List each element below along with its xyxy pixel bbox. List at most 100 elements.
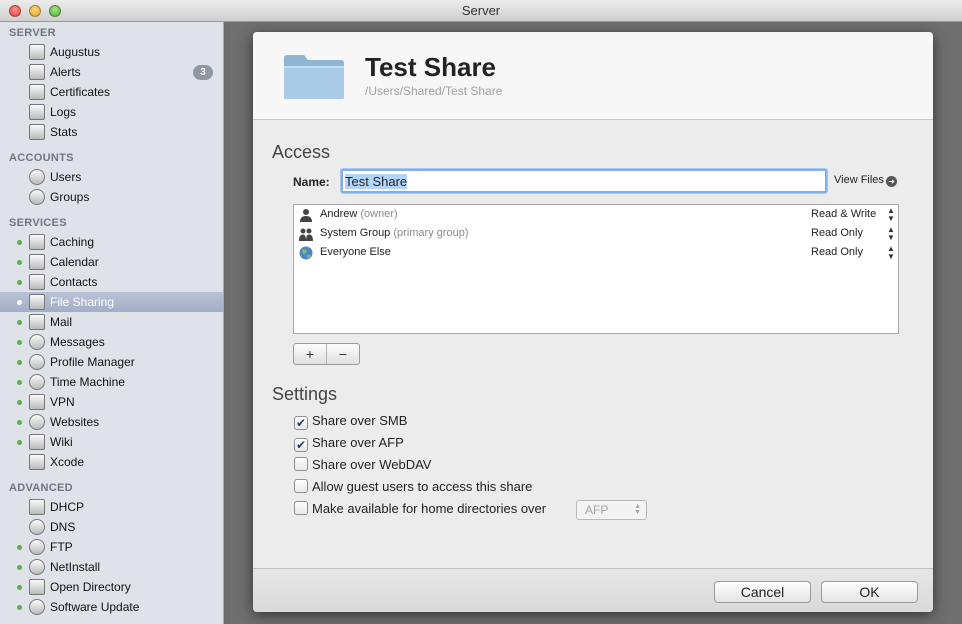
view-files-link[interactable]: View Files ➜ bbox=[834, 174, 897, 187]
access-heading: Access bbox=[272, 142, 331, 162]
alerts-count-badge: 3 bbox=[193, 65, 213, 80]
status-dot bbox=[17, 420, 22, 425]
permission-note: (owner) bbox=[360, 208, 398, 220]
sheet-footer: Cancel OK bbox=[253, 568, 933, 612]
status-dot bbox=[17, 280, 22, 285]
status-dot bbox=[17, 585, 22, 590]
home-directory-protocol-popup[interactable]: AFP ▲ ▼ bbox=[576, 500, 647, 520]
sidebar-item-netinstall[interactable]: NetInstall bbox=[0, 557, 223, 577]
up-down-arrows-icon: ▲ ▼ bbox=[634, 503, 641, 516]
sidebar-item-wiki[interactable]: Wiki bbox=[0, 432, 223, 452]
zoom-window-button[interactable] bbox=[49, 5, 61, 17]
status-dot bbox=[17, 545, 22, 550]
permission-note: (primary group) bbox=[393, 227, 469, 239]
wiki-icon bbox=[29, 434, 45, 450]
calendar-icon bbox=[29, 254, 45, 270]
stats-icon bbox=[29, 124, 45, 140]
sidebar-item-time-machine[interactable]: Time Machine bbox=[0, 372, 223, 392]
sidebar-section-accounts: ACCOUNTS bbox=[9, 152, 74, 164]
sidebar-section-services: SERVICES bbox=[9, 217, 67, 229]
ok-button[interactable]: OK bbox=[821, 581, 918, 603]
lock-icon bbox=[29, 394, 45, 410]
minimize-window-button[interactable] bbox=[29, 5, 41, 17]
status-dot bbox=[17, 565, 22, 570]
share-afp-checkbox[interactable]: ✔ Share over AFP bbox=[294, 435, 404, 452]
sidebar-item-vpn[interactable]: VPN bbox=[0, 392, 223, 412]
sidebar-item-open-directory[interactable]: Open Directory bbox=[0, 577, 223, 597]
status-dot bbox=[17, 440, 22, 445]
sidebar-item-mail[interactable]: Mail bbox=[0, 312, 223, 332]
sidebar-item-groups[interactable]: Groups bbox=[0, 187, 223, 207]
guest-access-checkbox[interactable]: Allow guest users to access this share bbox=[294, 479, 532, 495]
permission-row[interactable]: Andrew (owner) Read & Write ▲ ▼ bbox=[294, 205, 898, 224]
sidebar-item-dhcp[interactable]: DHCP bbox=[0, 497, 223, 517]
time-machine-icon bbox=[29, 374, 45, 390]
sidebar-item-calendar[interactable]: Calendar bbox=[0, 252, 223, 272]
up-down-arrows-icon: ▲ ▼ bbox=[887, 225, 895, 242]
sidebar-item-messages[interactable]: Messages bbox=[0, 332, 223, 352]
status-dot bbox=[17, 360, 22, 365]
up-down-arrows-icon: ▲ ▼ bbox=[887, 244, 895, 261]
settings-heading: Settings bbox=[272, 384, 338, 404]
caching-icon bbox=[29, 234, 45, 250]
status-dot bbox=[17, 340, 22, 345]
sidebar-item-certificates[interactable]: Certificates bbox=[0, 82, 223, 102]
netinstall-icon bbox=[29, 559, 45, 575]
sidebar-item-software-update[interactable]: Software Update bbox=[0, 597, 223, 617]
share-settings-sheet: Test Share /Users/Shared/Test Share Acce… bbox=[253, 32, 933, 612]
sidebar-item-logs[interactable]: Logs bbox=[0, 102, 223, 122]
sidebar-item-profile-manager[interactable]: Profile Manager bbox=[0, 352, 223, 372]
status-dot bbox=[17, 240, 22, 245]
dhcp-icon bbox=[29, 499, 45, 515]
share-webdav-checkbox[interactable]: Share over WebDAV bbox=[294, 457, 431, 473]
status-dot bbox=[17, 320, 22, 325]
status-dot bbox=[17, 400, 22, 405]
add-permission-button[interactable]: + bbox=[294, 344, 327, 364]
permission-row[interactable]: Everyone Else Read Only ▲ ▼ bbox=[294, 243, 898, 262]
profile-manager-icon bbox=[29, 354, 45, 370]
window-titlebar: Server bbox=[0, 0, 962, 22]
sidebar-item-dns[interactable]: DNS bbox=[0, 517, 223, 537]
status-dot bbox=[17, 300, 22, 305]
file-sharing-icon bbox=[29, 294, 45, 310]
sidebar-item-users[interactable]: Users bbox=[0, 167, 223, 187]
share-name-input[interactable]: Test Share bbox=[341, 169, 827, 193]
sidebar-section-advanced: ADVANCED bbox=[9, 482, 73, 494]
sidebar-item-websites[interactable]: Websites bbox=[0, 412, 223, 432]
sidebar-item-file-sharing[interactable]: File Sharing bbox=[0, 292, 223, 312]
permission-access-popup[interactable]: Read Only bbox=[811, 243, 863, 262]
cancel-button[interactable]: Cancel bbox=[714, 581, 811, 603]
permission-row[interactable]: System Group (primary group) Read Only ▲… bbox=[294, 224, 898, 243]
share-smb-checkbox[interactable]: ✔ Share over SMB bbox=[294, 413, 407, 430]
arrow-right-icon: ➜ bbox=[885, 176, 897, 187]
close-window-button[interactable] bbox=[9, 5, 21, 17]
sheet-header: Test Share /Users/Shared/Test Share bbox=[253, 32, 933, 120]
remove-permission-button[interactable]: − bbox=[327, 344, 359, 364]
sidebar-item-contacts[interactable]: Contacts bbox=[0, 272, 223, 292]
messages-icon bbox=[29, 334, 45, 350]
checkmark-icon: ✔ bbox=[294, 438, 308, 452]
contacts-icon bbox=[29, 274, 45, 290]
permission-access-popup[interactable]: Read & Write bbox=[811, 205, 876, 224]
sidebar-item-augustus[interactable]: Augustus bbox=[0, 42, 223, 62]
permission-name: Everyone Else bbox=[320, 246, 391, 258]
megaphone-icon bbox=[29, 64, 45, 80]
status-dot bbox=[17, 380, 22, 385]
status-dot bbox=[17, 260, 22, 265]
permission-access-popup[interactable]: Read Only bbox=[811, 224, 863, 243]
sidebar-item-ftp[interactable]: FTP bbox=[0, 537, 223, 557]
software-update-icon bbox=[29, 599, 45, 615]
sidebar-item-caching[interactable]: Caching bbox=[0, 232, 223, 252]
sidebar: SERVER Augustus Alerts 3 Certificates Log… bbox=[0, 22, 224, 624]
ftp-icon bbox=[29, 539, 45, 555]
sidebar-item-stats[interactable]: Stats bbox=[0, 122, 223, 142]
name-label: Name: bbox=[293, 175, 330, 189]
share-name-value: Test Share bbox=[345, 174, 408, 189]
share-path: /Users/Shared/Test Share bbox=[365, 84, 503, 98]
home-directories-checkbox[interactable]: Make available for home directories over bbox=[294, 501, 546, 517]
certificate-icon bbox=[29, 84, 45, 100]
user-icon bbox=[29, 169, 45, 185]
sidebar-item-alerts[interactable]: Alerts 3 bbox=[0, 62, 223, 82]
sidebar-item-xcode[interactable]: Xcode bbox=[0, 452, 223, 472]
status-dot bbox=[17, 605, 22, 610]
